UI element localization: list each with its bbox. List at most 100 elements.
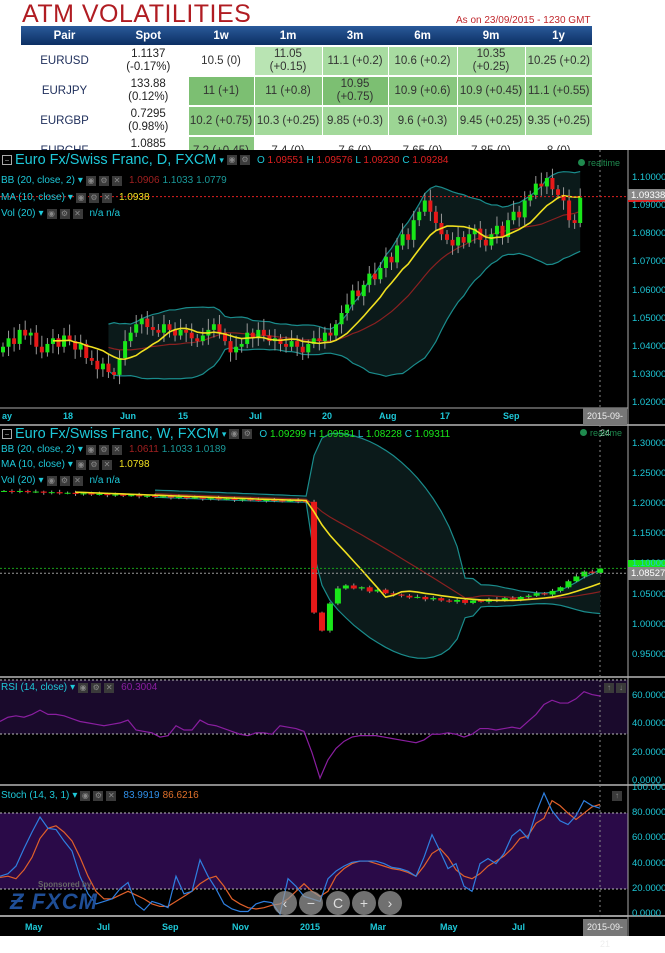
gear-icon[interactable]: ⚙ [239,155,250,165]
dropdown-icon[interactable]: ▾ [78,444,83,455]
daily-candle [467,234,472,243]
eye-icon[interactable]: ◉ [229,429,240,439]
vol-indicator-label[interactable]: Vol (20) [1,475,35,486]
weekly-candle [342,585,349,589]
weekly-candle [175,496,182,498]
stoch-k-value: 83.9919 [123,790,160,801]
weekly-candle [207,498,214,500]
scroll-right-button[interactable]: › [378,891,402,915]
weekly-candle [1,490,7,492]
gear-icon[interactable]: ⚙ [98,444,109,455]
eye-icon[interactable]: ◉ [226,155,237,165]
rsi-indicator-label[interactable]: RSI (14, close) [1,682,67,693]
close-icon[interactable]: ✕ [111,175,122,186]
reset-button[interactable]: C [326,891,350,915]
close-icon[interactable]: ✕ [101,192,112,203]
dropdown-icon[interactable]: ▾ [78,175,83,186]
daily-candle [356,290,361,297]
gear-icon[interactable]: ⚙ [91,682,102,693]
close-icon[interactable]: ✕ [104,682,115,693]
bb-lower-value: 1.0779 [196,175,227,186]
dropdown-icon[interactable]: ▾ [38,208,43,219]
weekly-chart-title[interactable]: Euro Fx/Swiss Franc, W, FXCM [15,426,219,442]
stoch-d-value: 86.6216 [162,790,199,801]
bb-indicator-label[interactable]: BB (20, close, 2) [1,444,75,455]
daily-candle [445,234,449,240]
gear-icon[interactable]: ⚙ [88,459,99,470]
open-value: 1.09551 [267,154,304,166]
dropdown-icon[interactable]: ▾ [70,682,75,693]
gear-icon[interactable]: ⚙ [242,429,253,439]
gear-icon[interactable]: ⚙ [59,475,70,486]
column-header: 1m [254,26,322,46]
weekly-candle [462,599,469,603]
rsi-value: 60.3004 [121,682,158,693]
close-icon[interactable]: ✕ [106,790,117,801]
eye-icon[interactable]: ◉ [78,682,89,693]
eye-icon[interactable]: ◉ [80,790,91,801]
weekly-candle [573,576,580,582]
weekly-candle [40,491,47,493]
time-axis-label: 20 [322,411,333,421]
gear-icon[interactable]: ⚙ [88,192,99,203]
dropdown-icon[interactable]: ▾ [219,155,224,166]
close-icon[interactable]: ✕ [111,444,122,455]
scroll-left-button[interactable]: ‹ [273,891,297,915]
daily-candle [1,346,5,353]
bb-indicator-label[interactable]: BB (20, close, 2) [1,175,75,186]
price-axis-tick: 1.10000 [632,558,665,570]
gear-icon[interactable]: ⚙ [98,175,109,186]
time-axis-label: Jul [97,922,111,932]
daily-candle [211,324,216,330]
dropdown-icon[interactable]: ▾ [68,459,73,470]
zoom-out-button[interactable]: − [299,891,323,915]
close-icon[interactable]: ✕ [72,475,83,486]
column-header: 1y [525,26,592,46]
realtime-indicator: realtime [580,428,622,438]
eye-icon[interactable]: ◉ [85,175,96,186]
dropdown-icon[interactable]: ▾ [68,192,73,203]
close-icon[interactable]: ✕ [72,208,83,219]
eye-icon[interactable]: ◉ [46,475,57,486]
price-axis-tick: 1.15000 [632,528,665,540]
gear-icon[interactable]: ⚙ [93,790,104,801]
price-axis-tick: 1.00000 [632,618,665,630]
chart-area[interactable]: − Euro Fx/Swiss Franc, D, FXCM ▾ ◉ ⚙ O 1.… [0,150,665,949]
weekly-candle [398,594,405,596]
dropdown-icon[interactable]: ▾ [38,475,43,486]
daily-candle [178,329,183,336]
close-icon[interactable]: ✕ [101,459,112,470]
daily-candle [100,363,105,370]
stoch-indicator-label[interactable]: Stoch (14, 3, 1) [1,790,69,801]
move-up-icon[interactable]: ↑ [612,791,622,801]
daily-candle [139,318,144,325]
eye-icon[interactable]: ◉ [46,208,57,219]
price-axis-tick: 1.10000 [632,172,665,183]
daily-chart-title[interactable]: Euro Fx/Swiss Franc, D, FXCM [15,152,216,168]
bb-middle-value: 1.0611 [128,444,159,455]
ma-indicator-label[interactable]: MA (10, close) [1,192,65,203]
collapse-icon[interactable]: − [2,155,12,165]
move-up-icon[interactable]: ↑ [604,683,614,693]
weekly-candle [112,494,119,496]
zoom-in-button[interactable]: + [352,891,376,915]
dropdown-icon[interactable]: ▾ [222,429,227,440]
collapse-icon[interactable]: − [2,429,12,439]
chart-canvas[interactable] [0,150,665,936]
vol-indicator-label[interactable]: Vol (20) [1,208,35,219]
ma-indicator-label[interactable]: MA (10, close) [1,459,65,470]
eye-icon[interactable]: ◉ [85,444,96,455]
weekly-candle [581,571,588,577]
daily-candle [56,338,61,347]
eye-icon[interactable]: ◉ [75,459,86,470]
dropdown-icon[interactable]: ▾ [72,790,77,801]
daily-candle [483,239,488,246]
move-down-icon[interactable]: ↓ [616,683,626,693]
daily-candle [306,343,311,353]
low-label: L [357,428,364,440]
weekly-candle [144,495,151,497]
eye-icon[interactable]: ◉ [75,192,86,203]
gear-icon[interactable]: ⚙ [59,208,70,219]
daily-candle [17,329,22,344]
column-header: 6m [388,26,457,46]
